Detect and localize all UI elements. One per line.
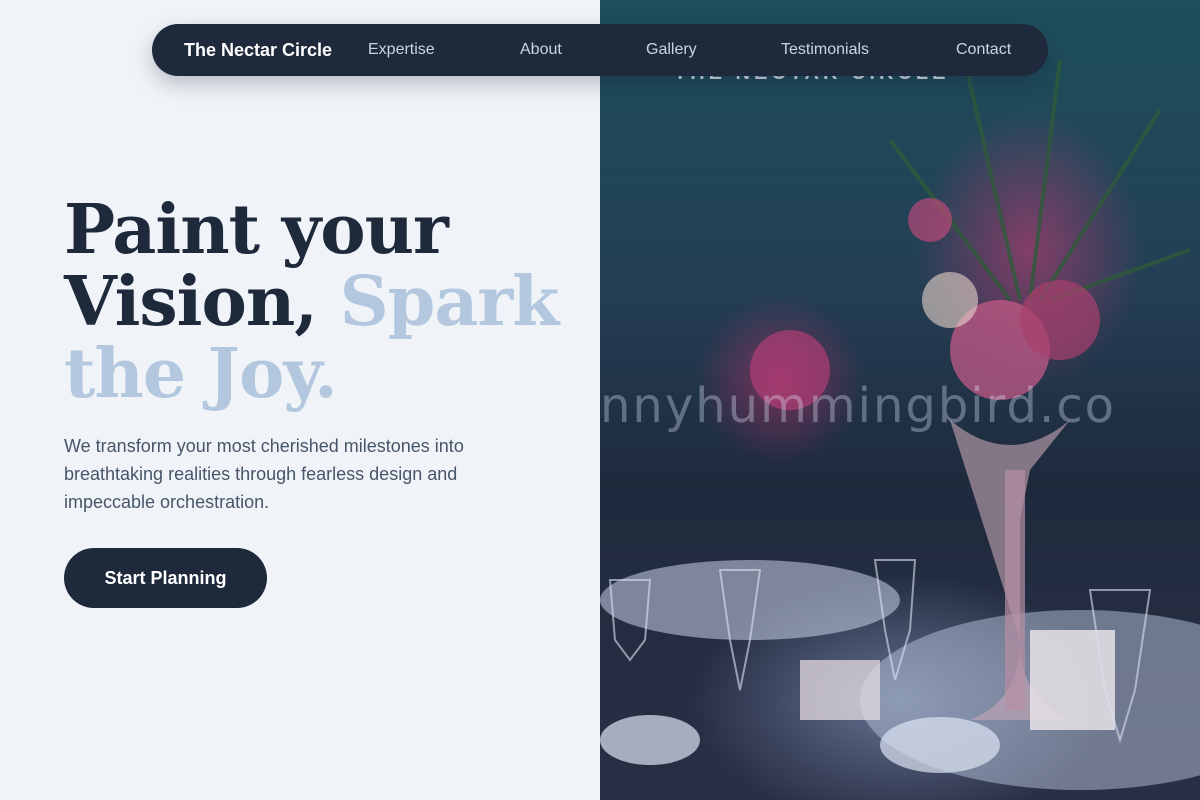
start-planning-button[interactable]: Start Planning [64, 548, 267, 608]
hero-image: THE NECTAR CIRCLE nnyhummingbird.co [600, 0, 1200, 800]
page: Paint your Vision, Spark the Joy. We tra… [0, 0, 1200, 800]
nav-link-about[interactable]: About [520, 24, 562, 76]
nav-link-expertise[interactable]: Expertise [368, 24, 435, 76]
top-navbar: The Nectar Circle Expertise About Galler… [152, 24, 1048, 76]
nav-link-testimonials[interactable]: Testimonials [781, 24, 869, 76]
brand-logo-link[interactable]: The Nectar Circle [184, 24, 332, 76]
headline-line-2-dark: Vision, [64, 262, 318, 342]
headline-line-3-accent: the Joy. [64, 334, 338, 414]
hero-headline: Paint your Vision, Spark the Joy. [64, 194, 584, 410]
headline-line-1: Paint your [64, 190, 449, 270]
image-watermark: nnyhummingbird.co [600, 378, 1117, 434]
hero-subtext: We transform your most cherished milesto… [64, 436, 464, 512]
nav-link-contact[interactable]: Contact [956, 24, 1011, 76]
hero-panel: Paint your Vision, Spark the Joy. We tra… [0, 0, 600, 800]
headline-line-2-accent: Spark [339, 262, 560, 342]
nav-link-gallery[interactable]: Gallery [646, 24, 697, 76]
